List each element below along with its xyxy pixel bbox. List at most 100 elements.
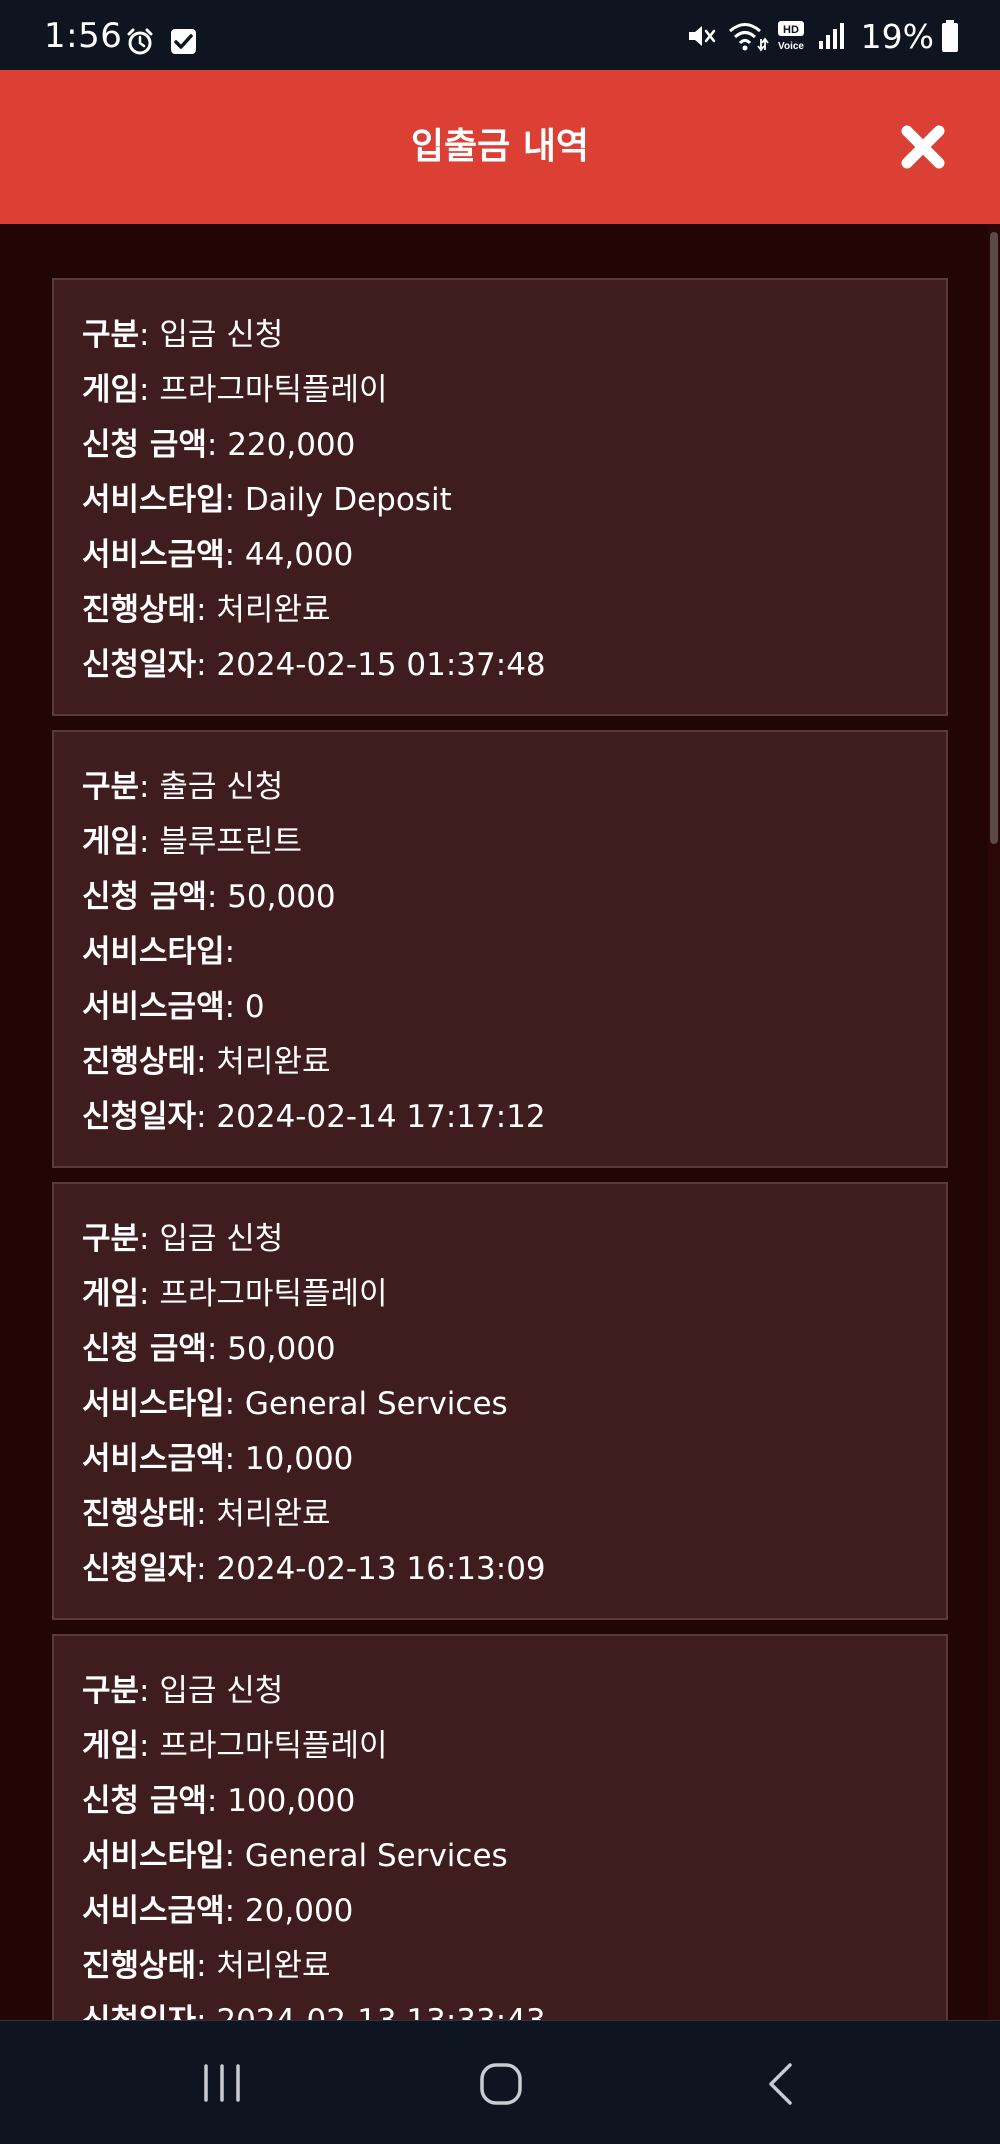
date-value: 2024-02-13 16:13:09 [216,1551,546,1587]
game-row: 게임: 프라그마틱플레이 [82,1728,388,1764]
amount-label: 신청 금액 [82,1331,207,1367]
service-amount-row: 서비스금액: 10,000 [82,1441,354,1477]
battery-percent: 19% [860,16,934,56]
page-title: 입출금 내역 [410,126,590,167]
service-type-row: 서비스타입: Daily Deposit [82,482,452,518]
category-value: 입금 신청 [159,1221,284,1257]
status-value: 처리완료 [216,1044,331,1080]
service-amount-label: 서비스금액 [82,537,225,573]
service-type-label: 서비스타입 [82,1386,225,1422]
amount-label: 신청 금액 [82,1783,207,1819]
service-type-label: 서비스타입 [82,1838,225,1874]
status-label: 진행상태 [82,1044,197,1080]
hd-voice-icon: HD Voice [777,21,804,52]
amount-row: 신청 금액: 50,000 [82,879,336,915]
checkbox-notification-icon [171,29,196,54]
amount-value: 50,000 [227,1331,336,1367]
date-row: 신청일자: 2024-02-13 16:13:09 [82,1551,546,1587]
date-label: 신청일자 [82,1099,197,1135]
category-label: 구분 [82,1221,140,1257]
amount-row: 신청 금액: 100,000 [82,1783,356,1819]
status-value: 처리완료 [216,592,331,628]
game-label: 게임 [82,1276,140,1312]
alarm-icon [127,28,153,55]
date-label: 신청일자 [82,647,197,683]
amount-value: 220,000 [227,427,356,463]
status-right-cluster: HD Voice 19% [685,16,960,56]
game-value: 블루프린트 [159,824,302,860]
amount-value: 100,000 [227,1783,356,1819]
category-label: 구분 [82,1673,140,1709]
hd-label: HD [783,24,799,36]
date-value: 2024-02-14 17:17:12 [216,1099,546,1135]
game-value: 프라그마틱플레이 [159,1276,388,1312]
system-nav-bar [0,2020,1000,2144]
service-amount-row: 서비스금액: 44,000 [82,537,354,573]
game-value: 프라그마틱플레이 [159,1728,388,1764]
game-row: 게임: 프라그마틱플레이 [82,1276,388,1312]
service-amount-label: 서비스금액 [82,989,225,1025]
date-row: 신청일자: 2024-02-13 13:33:43 [82,1994,946,2020]
service-type-label: 서비스타입 [82,934,225,970]
transaction-card: 구분: 입금 신청 게임: 프라그마틱플레이 신청 금액: 220,000 서비… [52,278,948,716]
recent-apps-icon[interactable] [200,2063,244,2103]
game-row: 게임: 프라그마틱플레이 [82,372,388,408]
category-value: 입금 신청 [159,317,284,353]
transaction-card: 구분: 출금 신청 게임: 블루프린트 신청 금액: 50,000 서비스타입:… [52,730,948,1168]
date-value: 2024-02-13 13:33:43 [216,2003,545,2020]
service-amount-value: 0 [244,989,265,1025]
wifi-icon [728,23,769,52]
category-value: 출금 신청 [159,769,284,805]
status-value: 처리완료 [216,1948,331,1984]
amount-row: 신청 금액: 50,000 [82,1331,336,1367]
service-amount-value: 44,000 [244,537,354,573]
transaction-card: 구분: 입금 신청 게임: 프라그마틱플레이 신청 금액: 100,000 서비… [52,1634,948,2020]
back-icon[interactable] [764,2061,796,2107]
amount-label: 신청 금액 [82,427,207,463]
status-bar: 1:56 HD Voice 19% [0,0,1000,70]
service-type-value: General Services [244,1838,508,1874]
scrollbar-thumb[interactable] [990,232,998,844]
home-icon[interactable] [478,2061,524,2107]
game-value: 프라그마틱플레이 [159,372,388,408]
status-label: 진행상태 [82,1496,197,1532]
status-value: 처리완료 [216,1496,331,1532]
game-row: 게임: 블루프린트 [82,824,302,860]
game-label: 게임 [82,372,140,408]
app-header: 입출금 내역 [0,70,1000,224]
service-amount-label: 서비스금액 [82,1893,225,1929]
status-row: 진행상태: 처리완료 [82,1044,331,1080]
card-list: 구분: 입금 신청 게임: 프라그마틱플레이 신청 금액: 220,000 서비… [52,278,948,2020]
date-row: 신청일자: 2024-02-14 17:17:12 [82,1099,546,1135]
close-icon[interactable] [898,122,948,172]
category-row: 구분: 출금 신청 [82,769,284,805]
date-row: 신청일자: 2024-02-15 01:37:48 [82,647,546,683]
service-amount-label: 서비스금액 [82,1441,225,1477]
service-type-value: Daily Deposit [244,482,452,518]
service-type-label: 서비스타입 [82,482,225,518]
game-label: 게임 [82,824,140,860]
status-row: 진행상태: 처리완료 [82,592,331,628]
battery-icon [942,20,958,52]
amount-value: 50,000 [227,879,336,915]
category-row: 구분: 입금 신청 [82,317,284,353]
amount-label: 신청 금액 [82,879,207,915]
amount-row: 신청 금액: 220,000 [82,427,356,463]
category-value: 입금 신청 [159,1673,284,1709]
date-label: 신청일자 [82,2003,196,2020]
service-amount-row: 서비스금액: 0 [82,989,265,1025]
service-amount-row: 서비스금액: 20,000 [82,1893,354,1929]
status-row: 진행상태: 처리완료 [82,1496,331,1532]
category-row: 구분: 입금 신청 [82,1673,284,1709]
transaction-history-list[interactable]: 구분: 입금 신청 게임: 프라그마틱플레이 신청 금액: 220,000 서비… [0,224,1000,2020]
game-label: 게임 [82,1728,140,1764]
service-type-row: 서비스타입: General Services [82,1838,508,1874]
date-value: 2024-02-15 01:37:48 [216,647,546,683]
status-row: 진행상태: 처리완료 [82,1948,331,1984]
status-label: 진행상태 [82,1948,197,1984]
category-label: 구분 [82,317,140,353]
service-amount-value: 10,000 [244,1441,354,1477]
service-type-value: General Services [244,1386,508,1422]
status-label: 진행상태 [82,592,197,628]
signal-icon [818,23,844,49]
